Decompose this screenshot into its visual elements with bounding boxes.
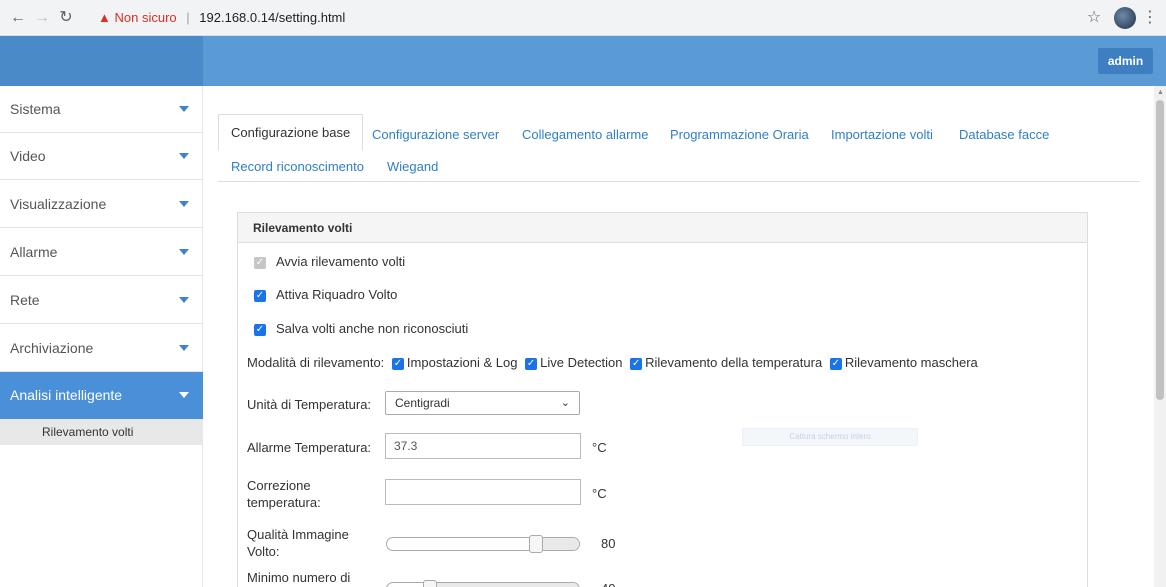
caret-down-icon bbox=[179, 249, 189, 255]
checkbox-label: Salva volti anche non riconosciuti bbox=[276, 321, 469, 336]
face-quality-value: 80 bbox=[601, 536, 616, 551]
url-text: 192.168.0.14/setting.html bbox=[199, 10, 346, 25]
tab-database-facce[interactable]: Database facce bbox=[959, 127, 1049, 142]
warning-icon: ▲ bbox=[98, 10, 111, 25]
face-quality-label-line2: Volto: bbox=[247, 544, 280, 559]
settings-tabs: Configurazione base Configurazione serve… bbox=[218, 112, 1140, 182]
slider-track-remainder bbox=[437, 583, 579, 587]
temp-correction-label: Correzione temperatura: bbox=[247, 477, 321, 511]
url-separator: | bbox=[186, 10, 190, 25]
app-header-logo-area bbox=[0, 36, 203, 86]
temp-unit-select[interactable]: Centigradi ⌄ bbox=[385, 391, 580, 415]
reload-icon[interactable]: ↻ bbox=[56, 8, 76, 28]
tab-collegamento-allarme[interactable]: Collegamento allarme bbox=[522, 127, 648, 142]
checkbox-avvia-rilevamento[interactable]: ✓ Avvia rilevamento volti bbox=[254, 254, 405, 269]
caret-down-icon bbox=[179, 345, 189, 351]
temp-unit-label: Unità di Temperatura: bbox=[247, 397, 372, 412]
security-label: Non sicuro bbox=[114, 10, 177, 25]
sidebar: Sistema Video Visualizzazione Allarme Re… bbox=[0, 86, 203, 587]
tab-wiegand[interactable]: Wiegand bbox=[387, 159, 438, 174]
sidebar-item-sistema[interactable]: Sistema bbox=[0, 86, 203, 133]
checkbox-live-detection[interactable]: ✓ bbox=[525, 357, 538, 370]
temp-alarm-input[interactable]: 37.3 bbox=[385, 433, 581, 459]
temp-alarm-unit: °C bbox=[592, 440, 607, 455]
forward-icon[interactable]: → bbox=[32, 8, 52, 28]
checkbox-impostazioni-log[interactable]: ✓ bbox=[391, 357, 404, 370]
caret-down-icon bbox=[179, 153, 189, 159]
sidebar-item-label: Rete bbox=[10, 292, 40, 308]
min-number-slider[interactable] bbox=[386, 580, 580, 587]
sidebar-item-rete[interactable]: Rete bbox=[0, 277, 203, 324]
sidebar-item-label: Visualizzazione bbox=[10, 196, 107, 212]
tab-configurazione-base[interactable]: Configurazione base bbox=[218, 114, 364, 151]
temp-alarm-label: Allarme Temperatura: bbox=[247, 440, 372, 455]
min-number-value: 40 bbox=[601, 581, 615, 587]
face-quality-label-line1: Qualità Immagine bbox=[247, 527, 349, 542]
temp-correction-input[interactable] bbox=[385, 479, 581, 505]
page-scrollbar[interactable]: ▲ bbox=[1154, 86, 1166, 587]
checkbox-checked: ✓ bbox=[254, 289, 266, 302]
chevron-down-icon: ⌄ bbox=[560, 397, 570, 409]
slider-track-remainder bbox=[543, 538, 579, 550]
sidebar-item-label: Sistema bbox=[10, 101, 61, 117]
sidebar-item-visualizzazione[interactable]: Visualizzazione bbox=[0, 181, 203, 228]
admin-button[interactable]: admin bbox=[1098, 48, 1153, 74]
temp-alarm-value: 37.3 bbox=[394, 439, 418, 453]
caret-down-icon bbox=[179, 106, 189, 112]
sidebar-subitem-label: Rilevamento volti bbox=[42, 425, 134, 439]
face-quality-label: Qualità Immagine Volto: bbox=[247, 526, 349, 560]
back-icon[interactable]: ← bbox=[8, 8, 28, 28]
detection-mode-row: Modalità di rilevamento: ✓ Impostazioni &… bbox=[247, 355, 978, 370]
checkbox-salva-volti[interactable]: ✓ Salva volti anche non riconosciuti bbox=[254, 321, 468, 336]
sidebar-item-label: Allarme bbox=[10, 244, 58, 260]
mode-label: Rilevamento maschera bbox=[844, 355, 978, 370]
sidebar-item-label: Analisi intelligente bbox=[10, 387, 123, 403]
checkbox-checked: ✓ bbox=[254, 323, 266, 336]
checkbox-label: Avvia rilevamento volti bbox=[276, 254, 406, 269]
checkbox-rilevamento-temperatura[interactable]: ✓ bbox=[630, 357, 643, 370]
scroll-up-icon[interactable]: ▲ bbox=[1157, 89, 1164, 96]
sidebar-item-archiviazione[interactable]: Archiviazione bbox=[0, 325, 203, 372]
browser-toolbar: ← → ↻ ▲ Non sicuro | 192.168.0.14/settin… bbox=[0, 0, 1166, 36]
sidebar-item-label: Video bbox=[10, 148, 46, 164]
app-header: admin bbox=[0, 36, 1166, 86]
tab-importazione-volti[interactable]: Importazione volti bbox=[831, 127, 933, 142]
sidebar-subitem-rilevamento-volti[interactable]: Rilevamento volti bbox=[0, 419, 203, 445]
sidebar-item-label: Archiviazione bbox=[10, 340, 94, 356]
checkbox-rilevamento-maschera[interactable]: ✓ bbox=[829, 357, 842, 370]
tab-record-riconoscimento[interactable]: Record riconoscimento bbox=[231, 159, 364, 174]
slider-handle[interactable] bbox=[529, 535, 543, 553]
checkbox-label: Attiva Riquadro Volto bbox=[276, 287, 398, 302]
mode-label: Live Detection bbox=[540, 355, 623, 370]
mode-label: Impostazioni & Log bbox=[406, 355, 518, 370]
sidebar-item-video[interactable]: Video bbox=[0, 133, 203, 180]
scrollbar-thumb[interactable] bbox=[1156, 100, 1164, 400]
caret-down-icon bbox=[179, 297, 189, 303]
panel-title: Rilevamento volti bbox=[253, 221, 353, 235]
caret-down-icon bbox=[179, 201, 189, 207]
temp-correction-label-line1: Correzione bbox=[247, 478, 311, 493]
sidebar-item-analisi-intelligente[interactable]: Analisi intelligente bbox=[0, 372, 203, 419]
tab-configurazione-server[interactable]: Configurazione server bbox=[372, 127, 499, 142]
mode-label: Rilevamento della temperatura bbox=[645, 355, 823, 370]
star-icon[interactable]: ☆ bbox=[1084, 8, 1104, 28]
face-quality-slider[interactable] bbox=[386, 535, 580, 553]
tab-programmazione-oraria[interactable]: Programmazione Oraria bbox=[670, 127, 809, 142]
menu-icon[interactable]: ⋮ bbox=[1140, 8, 1160, 28]
temp-correction-label-line2: temperatura: bbox=[247, 495, 321, 510]
temp-correction-unit: °C bbox=[592, 486, 607, 501]
address-bar[interactable]: ▲ Non sicuro | 192.168.0.14/setting.html bbox=[98, 10, 345, 25]
detection-mode-label: Modalità di rilevamento: bbox=[247, 355, 385, 370]
capture-fullscreen-button[interactable]: Cattura schermo intero bbox=[742, 428, 918, 446]
checkbox-attiva-riquadro[interactable]: ✓ Attiva Riquadro Volto bbox=[254, 287, 397, 302]
checkbox-checked-disabled: ✓ bbox=[254, 256, 266, 269]
slider-handle[interactable] bbox=[423, 580, 437, 587]
min-number-label: Minimo numero di bbox=[247, 570, 351, 585]
panel-header: Rilevamento volti bbox=[238, 213, 1087, 243]
sidebar-item-allarme[interactable]: Allarme bbox=[0, 229, 203, 276]
profile-avatar[interactable] bbox=[1114, 7, 1136, 29]
caret-down-icon bbox=[179, 392, 189, 398]
temp-unit-value: Centigradi bbox=[395, 396, 450, 410]
